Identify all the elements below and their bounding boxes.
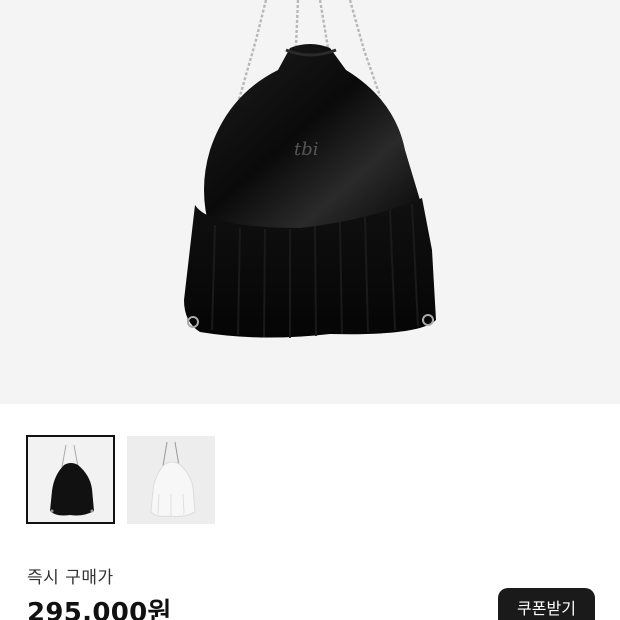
price-value: 295,000원 <box>27 598 172 620</box>
bag-logo: tbi <box>294 139 319 160</box>
bag-image: tbi <box>184 0 436 338</box>
price-label: 즉시 구매가 <box>27 568 114 588</box>
white-bag-thumbnail <box>150 441 196 517</box>
black-bag-thumbnail <box>50 444 94 516</box>
product-hero-image[interactable]: tbi <box>0 0 620 404</box>
thumbnail-black-bag[interactable] <box>26 435 115 524</box>
coupon-button[interactable]: 쿠폰받기 <box>498 588 595 620</box>
thumbnail-white-bag[interactable] <box>127 436 215 524</box>
